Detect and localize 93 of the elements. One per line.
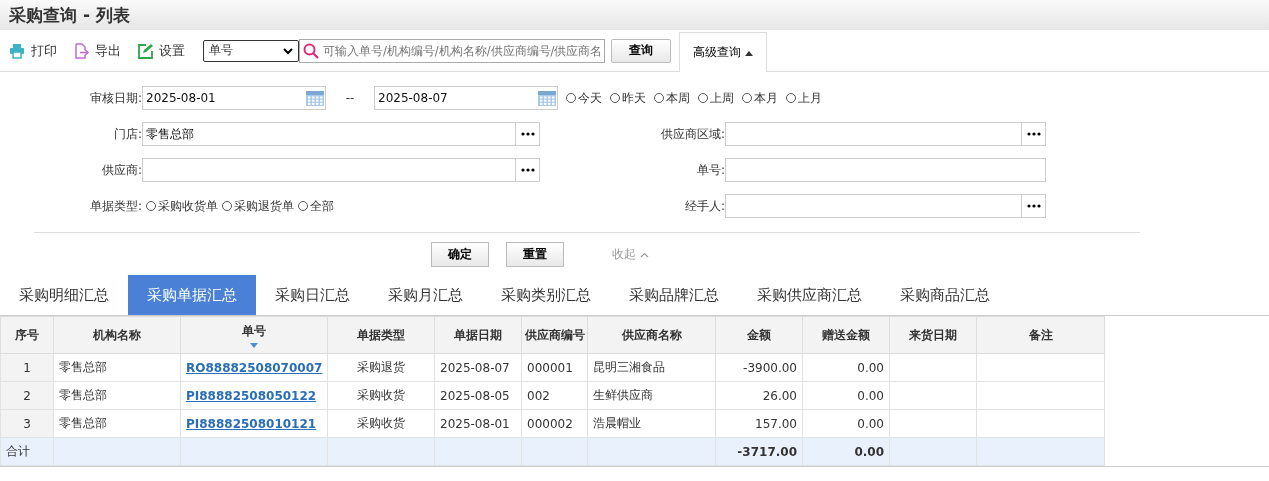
report-tab[interactable]: 采购类别汇总 — [482, 275, 610, 315]
table-cell: 生鲜供应商 — [593, 388, 653, 402]
text-field[interactable] — [724, 122, 1046, 146]
table-cell: 157.00 — [755, 416, 797, 431]
text-field[interactable] — [724, 194, 1046, 218]
table-cell: 2025-08-07 — [440, 360, 510, 375]
table-cell: 2025-08-05 — [440, 388, 510, 403]
text-field[interactable] — [724, 158, 1046, 182]
table-cell: 000002 — [527, 416, 573, 431]
column-header[interactable]: 单据类型 — [327, 316, 435, 354]
field-label: 门店: — [112, 125, 142, 143]
field-select[interactable]: 单号 — [203, 39, 299, 62]
field-label: 单号: — [695, 161, 725, 179]
table-cell: -3900.00 — [743, 360, 797, 375]
advanced-query-tab[interactable]: 高级查询 — [679, 32, 767, 72]
date-preset-radio[interactable]: 本周 — [654, 89, 690, 107]
print-button[interactable]: 打印 — [9, 41, 57, 60]
report-tab[interactable]: 采购单据汇总 — [128, 275, 256, 315]
edit-icon — [137, 42, 153, 59]
table-cell: 1 — [23, 360, 31, 375]
column-header[interactable]: 单据日期 — [434, 316, 522, 354]
table-cell: 采购收货 — [357, 416, 405, 430]
field-label: 审核日期: — [88, 89, 142, 107]
ellipsis-icon — [1026, 132, 1041, 136]
field-label: 供应商: — [100, 161, 142, 179]
ellipsis-icon — [520, 168, 535, 172]
field-label: 单据类型: — [88, 197, 142, 215]
export-button[interactable]: 导出 — [73, 41, 121, 60]
table-cell: 昆明三湘食品 — [593, 360, 665, 374]
report-tab[interactable]: 采购商品汇总 — [881, 275, 1009, 315]
table-cell: 000001 — [527, 360, 573, 375]
table-cell: 002 — [527, 388, 550, 403]
table-cell: 0.00 — [857, 416, 884, 431]
range-separator: -- — [344, 91, 356, 105]
table-cell: 0.00 — [857, 360, 884, 375]
search-icon — [303, 42, 319, 59]
total-cell: 0.00 — [854, 444, 884, 459]
doc-type-radio[interactable]: 采购收货单 — [146, 197, 218, 215]
table-cell: 2 — [23, 388, 31, 403]
table-cell: 浩晨帽业 — [593, 416, 641, 430]
date-preset-radio[interactable]: 今天 — [566, 89, 602, 107]
caret-icon — [744, 51, 753, 56]
date-preset-radio[interactable]: 上月 — [786, 89, 822, 107]
doc-type-radio[interactable]: 采购退货单 — [222, 197, 294, 215]
export-icon — [73, 42, 89, 59]
query-button[interactable]: 查询 — [611, 38, 671, 63]
calendar-icon[interactable] — [537, 89, 557, 107]
calendar-icon[interactable] — [305, 89, 325, 107]
date-preset-radio[interactable]: 上周 — [698, 89, 734, 107]
column-header[interactable]: 供应商编号 — [521, 316, 588, 354]
report-tab[interactable]: 采购供应商汇总 — [738, 275, 881, 315]
column-header[interactable]: 备注 — [976, 316, 1105, 354]
date-preset-radio[interactable]: 本月 — [742, 89, 778, 107]
report-tab[interactable]: 采购日汇总 — [256, 275, 369, 315]
sort-arrow-icon — [250, 342, 258, 348]
chevron-up-icon — [639, 251, 649, 258]
date-preset-radio[interactable]: 昨天 — [610, 89, 646, 107]
column-header[interactable]: 赠送金额 — [802, 316, 890, 354]
confirm-button[interactable]: 确定 — [431, 241, 489, 267]
table-cell: 2025-08-01 — [440, 416, 510, 431]
ellipsis-icon — [520, 132, 535, 136]
settings-button[interactable]: 设置 — [137, 41, 185, 60]
total-label: 合计 — [6, 444, 30, 458]
report-tab[interactable]: 采购明细汇总 — [0, 275, 128, 315]
reset-button[interactable]: 重置 — [506, 241, 564, 267]
search-field[interactable]: 可输入单号/机构编号/机构名称/供应商编号/供应商名 — [299, 38, 605, 63]
table-cell: 3 — [23, 416, 31, 431]
printer-icon — [9, 42, 25, 59]
date-field[interactable]: 2025-08-01 — [142, 86, 326, 110]
column-header[interactable]: 序号 — [0, 316, 54, 354]
field-label: 经手人: — [683, 197, 725, 215]
column-header[interactable]: 金额 — [715, 316, 803, 354]
table-cell: 零售总部 — [59, 360, 107, 374]
table-cell: 采购退货 — [357, 360, 405, 374]
column-header[interactable]: 供应商名称 — [587, 316, 716, 354]
table-cell: 零售总部 — [59, 388, 107, 402]
table-cell: 零售总部 — [59, 416, 107, 430]
date-field[interactable]: 2025-08-07 — [374, 86, 558, 110]
table-cell: 26.00 — [762, 388, 797, 403]
report-tab[interactable]: 采购月汇总 — [369, 275, 482, 315]
total-cell: -3717.00 — [737, 444, 797, 459]
ellipsis-icon — [1026, 204, 1041, 208]
column-header[interactable]: 机构名称 — [53, 316, 181, 354]
field-label: 供应商区域: — [659, 125, 725, 143]
page-title: 采购查询 - 列表 — [9, 3, 130, 27]
table-cell: 采购收货 — [357, 388, 405, 402]
column-header[interactable]: 单号 — [180, 316, 328, 354]
text-field[interactable]: 零售总部 — [142, 122, 540, 146]
text-field[interactable] — [142, 158, 540, 182]
report-tab[interactable]: 采购品牌汇总 — [610, 275, 738, 315]
doc-type-radio[interactable]: 全部 — [298, 197, 334, 215]
column-header[interactable]: 来货日期 — [889, 316, 977, 354]
table-cell: 0.00 — [857, 388, 884, 403]
